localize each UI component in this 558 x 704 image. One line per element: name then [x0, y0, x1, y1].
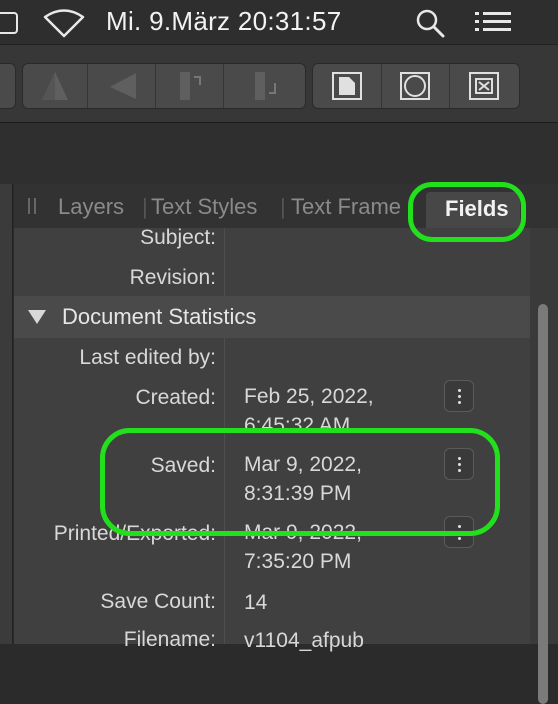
delete-frame-button[interactable] — [449, 64, 519, 108]
flow-in-icon — [180, 72, 201, 100]
tab-separator: | — [280, 194, 286, 219]
flow-in-button[interactable] — [159, 64, 224, 108]
tab-fields-label: Fields — [445, 196, 509, 221]
save-count-value: 14 — [244, 591, 268, 614]
flow-out-icon — [255, 72, 276, 100]
column-divider — [224, 338, 225, 644]
menu-bar: Mi. 9.März 20:31:57 — [0, 0, 558, 44]
printed-value: Mar 9, 2022, 7:35:20 PM — [244, 518, 362, 576]
printed-date: Mar 9, 2022, — [244, 521, 362, 544]
scrollbar-thumb[interactable] — [538, 304, 548, 704]
toolbar-group-text-align — [22, 63, 306, 109]
last-edited-label: Last edited by: — [79, 346, 216, 369]
delete-frame-icon — [469, 72, 499, 100]
section-title: Document Statistics — [62, 304, 257, 329]
document-statistics-header[interactable]: Document Statistics — [14, 296, 530, 338]
drag-handle-icon[interactable] — [28, 198, 36, 214]
saved-value: Mar 9, 2022, 8:31:39 PM — [244, 450, 362, 508]
tab-layers[interactable]: Layers — [58, 194, 124, 220]
circle-icon — [400, 72, 430, 100]
align-center-button[interactable] — [91, 64, 156, 108]
toolbar-group-start — [0, 63, 16, 109]
saved-label: Saved: — [150, 454, 216, 477]
battery-icon[interactable] — [0, 12, 18, 34]
align-left-icon — [42, 72, 68, 100]
align-center-icon — [110, 73, 136, 99]
tab-text-frame[interactable]: Text Frame — [291, 194, 401, 220]
printed-time: 7:35:20 PM — [244, 550, 352, 573]
context-bar — [0, 122, 558, 185]
toolbar — [0, 44, 558, 123]
document-icon — [332, 72, 362, 100]
saved-time: 8:31:39 PM — [244, 482, 352, 505]
studio-tab-bar: Layers | Text Styles | Text Frame Fields — [14, 184, 558, 229]
filename-value: v1104_afpub — [244, 629, 364, 652]
save-count-label: Save Count: — [100, 590, 216, 613]
tab-fields[interactable]: Fields — [426, 192, 520, 228]
saved-date: Mar 9, 2022, — [244, 453, 362, 476]
menubar-clock[interactable]: Mi. 9.März 20:31:57 — [106, 6, 341, 37]
printed-label: Printed/Exported: — [53, 522, 216, 545]
wifi-icon[interactable] — [42, 8, 86, 38]
align-left-button[interactable] — [23, 64, 88, 108]
search-icon[interactable] — [415, 8, 445, 38]
panel-scrollbar[interactable] — [530, 228, 558, 704]
created-value: Feb 25, 2022, 6:45:32 AM — [244, 382, 374, 440]
fields-panel: Subject: Revision: Document Statistics L… — [14, 226, 530, 652]
disclosure-triangle-icon[interactable] — [28, 310, 46, 324]
tab-text-styles[interactable]: Text Styles — [151, 194, 257, 220]
control-center-icon[interactable] — [474, 10, 512, 34]
column-divider — [224, 228, 225, 296]
flow-out-button[interactable] — [227, 64, 305, 108]
created-time: 6:45:32 AM — [244, 414, 351, 437]
canvas-edge — [0, 184, 13, 644]
document-button[interactable] — [313, 64, 382, 108]
created-label: Created: — [135, 386, 216, 409]
circle-frame-button[interactable] — [381, 64, 450, 108]
toolbar-group-frame — [312, 63, 520, 109]
printed-more-button[interactable] — [444, 516, 474, 548]
tab-separator: | — [142, 194, 148, 219]
revision-label: Revision: — [129, 266, 216, 289]
created-more-button[interactable] — [444, 380, 474, 412]
created-date: Feb 25, 2022, — [244, 385, 374, 408]
filename-label: Filename: — [123, 628, 216, 651]
subject-label: Subject: — [140, 226, 216, 249]
saved-more-button[interactable] — [444, 448, 474, 480]
